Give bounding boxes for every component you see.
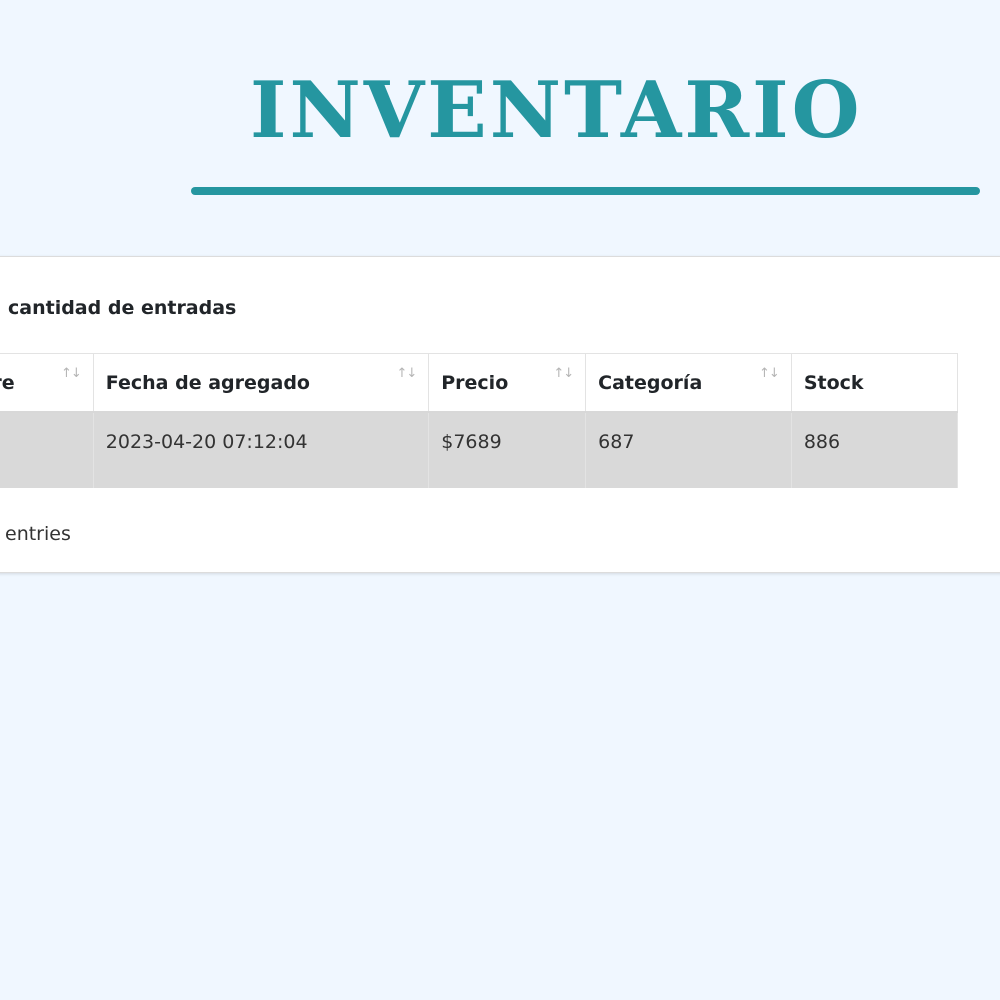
column-header-precio[interactable]: Precio ↑↓ xyxy=(428,353,587,413)
column-header-fecha[interactable]: Fecha de agregado ↑↓ xyxy=(93,353,430,413)
sort-arrows-icon: ↑↓ xyxy=(61,366,82,381)
table-info-text: entries xyxy=(5,523,71,545)
entries-length-label: cantidad de entradas xyxy=(8,297,237,319)
inventory-card: cantidad de entradas Nombre ↑↓ Fecha de … xyxy=(0,256,1000,573)
page: INVENTARIO cantidad de entradas Nombre ↑… xyxy=(0,0,1000,1000)
title-underline xyxy=(191,187,980,195)
cell-nombre: ghjkl xyxy=(0,412,94,488)
table-header-row: Nombre ↑↓ Fecha de agregado ↑↓ Precio ↑↓… xyxy=(0,353,959,413)
sort-arrows-icon: ↑↓ xyxy=(759,366,780,381)
column-label: Fecha de agregado xyxy=(105,371,310,394)
table-row[interactable]: ghjkl 2023-04-20 07:12:04 $7689 687 886 xyxy=(0,412,959,488)
column-label: Stock xyxy=(803,371,864,394)
cell-categoria: 687 xyxy=(585,412,792,488)
column-label: Nombre xyxy=(0,371,15,394)
page-title: INVENTARIO xyxy=(250,65,863,156)
column-label: Precio xyxy=(441,371,509,394)
cell-fecha: 2023-04-20 07:12:04 xyxy=(93,412,430,488)
sort-arrows-icon: ↑↓ xyxy=(396,366,417,381)
inventory-table: Nombre ↑↓ Fecha de agregado ↑↓ Precio ↑↓… xyxy=(0,353,959,488)
cell-precio: $7689 xyxy=(428,412,587,488)
column-header-stock[interactable]: Stock xyxy=(791,353,959,413)
sort-arrows-icon: ↑↓ xyxy=(553,366,574,381)
cell-stock: 886 xyxy=(791,412,959,488)
column-header-categoria[interactable]: Categoría ↑↓ xyxy=(585,353,792,413)
column-header-nombre[interactable]: Nombre ↑↓ xyxy=(0,353,94,413)
column-label: Categoría xyxy=(598,371,703,394)
